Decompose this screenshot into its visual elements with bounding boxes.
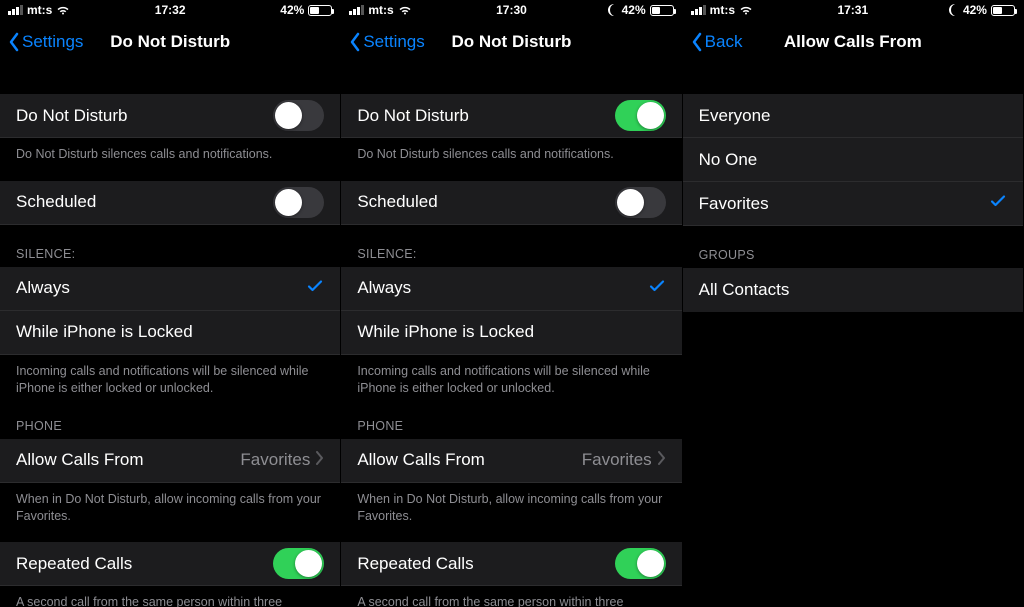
battery-icon [308, 5, 332, 16]
screen-dnd-off: mt:s 17:32 42% Settings Do Not Disturb D… [0, 0, 341, 607]
silence-header: SILENCE: [341, 225, 681, 267]
chevron-left-icon [349, 32, 361, 52]
silence-always-label: Always [357, 278, 411, 298]
option-label: Favorites [699, 194, 769, 214]
silence-footer: Incoming calls and notifications will be… [0, 355, 340, 397]
allow-calls-value: Favorites [240, 450, 310, 470]
chevron-right-icon [316, 450, 324, 470]
allow-calls-row[interactable]: Allow Calls From Favorites [0, 439, 340, 483]
checkmark-icon [306, 277, 324, 300]
nav-bar: Settings Do Not Disturb [0, 20, 340, 64]
page-title: Allow Calls From [784, 32, 922, 52]
repeated-calls-label: Repeated Calls [357, 554, 473, 574]
allow-calls-row[interactable]: Allow Calls From Favorites [341, 439, 681, 483]
allow-calls-footer: When in Do Not Disturb, allow incoming c… [341, 483, 681, 525]
cell-signal-icon [691, 5, 706, 15]
repeated-calls-toggle[interactable] [273, 548, 324, 579]
clock-label: 17:32 [155, 3, 186, 17]
silence-locked-label: While iPhone is Locked [16, 322, 193, 342]
scheduled-toggle[interactable] [615, 187, 666, 218]
moon-icon [606, 4, 618, 16]
battery-pct-label: 42% [622, 3, 646, 17]
battery-icon [650, 5, 674, 16]
scheduled-toggle-row: Scheduled [0, 181, 340, 225]
screen-allow-calls-from: mt:s 17:31 42% Back Allow Calls From Eve… [683, 0, 1024, 607]
wifi-icon [398, 5, 412, 15]
option-label: Everyone [699, 106, 771, 126]
dnd-footer: Do Not Disturb silences calls and notifi… [341, 138, 681, 163]
silence-locked-row[interactable]: While iPhone is Locked [341, 311, 681, 355]
silence-always-label: Always [16, 278, 70, 298]
dnd-label: Do Not Disturb [357, 106, 468, 126]
allow-calls-label: Allow Calls From [357, 450, 485, 470]
repeated-calls-footer: A second call from the same person withi… [341, 586, 681, 607]
silence-locked-row[interactable]: While iPhone is Locked [0, 311, 340, 355]
page-title: Do Not Disturb [452, 32, 572, 52]
battery-pct-label: 42% [280, 3, 304, 17]
option-label: No One [699, 150, 758, 170]
back-label: Settings [22, 32, 83, 52]
allow-calls-value: Favorites [582, 450, 652, 470]
scheduled-toggle[interactable] [273, 187, 324, 218]
repeated-calls-label: Repeated Calls [16, 554, 132, 574]
option-label: All Contacts [699, 280, 790, 300]
carrier-label: mt:s [368, 3, 393, 17]
status-bar: mt:s 17:31 42% [683, 0, 1023, 20]
silence-header: SILENCE: [0, 225, 340, 267]
carrier-label: mt:s [27, 3, 52, 17]
cell-signal-icon [8, 5, 23, 15]
nav-bar: Back Allow Calls From [683, 20, 1023, 64]
back-button[interactable]: Back [691, 32, 743, 52]
wifi-icon [739, 5, 753, 15]
page-title: Do Not Disturb [110, 32, 230, 52]
battery-pct-label: 42% [963, 3, 987, 17]
groups-header: GROUPS [683, 226, 1023, 268]
dnd-toggle-row: Do Not Disturb [0, 94, 340, 138]
clock-label: 17:30 [496, 3, 527, 17]
carrier-label: mt:s [710, 3, 735, 17]
phone-header: PHONE [0, 397, 340, 439]
option-favorites[interactable]: Favorites [683, 182, 1023, 226]
back-label: Back [705, 32, 743, 52]
repeated-calls-footer: A second call from the same person withi… [0, 586, 340, 607]
repeated-calls-row: Repeated Calls [341, 542, 681, 586]
silence-locked-label: While iPhone is Locked [357, 322, 534, 342]
battery-icon [991, 5, 1015, 16]
moon-icon [947, 4, 959, 16]
back-label: Settings [363, 32, 424, 52]
silence-footer: Incoming calls and notifications will be… [341, 355, 681, 397]
silence-always-row[interactable]: Always [341, 267, 681, 311]
dnd-toggle[interactable] [273, 100, 324, 131]
allow-calls-footer: When in Do Not Disturb, allow incoming c… [0, 483, 340, 525]
checkmark-icon [989, 192, 1007, 215]
screen-dnd-on: mt:s 17:30 42% Settings Do Not Disturb D… [341, 0, 682, 607]
option-no-one[interactable]: No One [683, 138, 1023, 182]
scheduled-label: Scheduled [357, 192, 437, 212]
option-everyone[interactable]: Everyone [683, 94, 1023, 138]
status-bar: mt:s 17:32 42% [0, 0, 340, 20]
dnd-label: Do Not Disturb [16, 106, 127, 126]
dnd-footer: Do Not Disturb silences calls and notifi… [0, 138, 340, 163]
option-all-contacts[interactable]: All Contacts [683, 268, 1023, 312]
phone-header: PHONE [341, 397, 681, 439]
dnd-toggle-row: Do Not Disturb [341, 94, 681, 138]
chevron-right-icon [658, 450, 666, 470]
back-button[interactable]: Settings [349, 32, 424, 52]
back-button[interactable]: Settings [8, 32, 83, 52]
wifi-icon [56, 5, 70, 15]
repeated-calls-toggle[interactable] [615, 548, 666, 579]
nav-bar: Settings Do Not Disturb [341, 20, 681, 64]
dnd-toggle[interactable] [615, 100, 666, 131]
checkmark-icon [648, 277, 666, 300]
scheduled-toggle-row: Scheduled [341, 181, 681, 225]
chevron-left-icon [691, 32, 703, 52]
allow-calls-label: Allow Calls From [16, 450, 144, 470]
status-bar: mt:s 17:30 42% [341, 0, 681, 20]
repeated-calls-row: Repeated Calls [0, 542, 340, 586]
scheduled-label: Scheduled [16, 192, 96, 212]
silence-always-row[interactable]: Always [0, 267, 340, 311]
chevron-left-icon [8, 32, 20, 52]
cell-signal-icon [349, 5, 364, 15]
clock-label: 17:31 [837, 3, 868, 17]
